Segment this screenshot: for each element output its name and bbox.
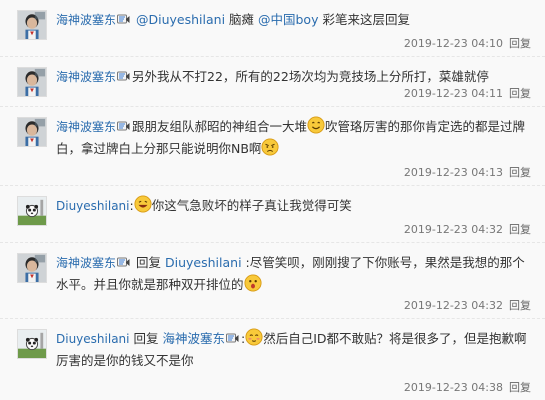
reply-time: 2019-12-23 04:10 <box>403 37 503 50</box>
reply-content: 海神波塞东 回复 Diuyeshilani :尽管笑呗，刚刚搜了下你账号，果然是… <box>56 252 533 296</box>
reply-item: Diuyeshilani: 你这气急败坏的样子真让我觉得可笑 2019-12-23… <box>0 186 545 243</box>
user-avatar[interactable] <box>17 253 47 283</box>
username-link[interactable]: 海神波塞东 <box>56 13 116 27</box>
reply-meta: 2019-12-23 04:38 回复 <box>404 379 531 395</box>
laugh-emoji-icon <box>134 195 152 213</box>
mention-link[interactable]: @Diuyeshilani <box>136 12 225 27</box>
reply-content: Diuyeshilani 回复 海神波塞东: 然后自己ID都不敢贴？将是很多了，但… <box>56 328 533 372</box>
reply-content: 海神波塞东 跟朋友组队郝昭的神组合一大堆 吹管珞厉害的那你肯定选的都是过牌白，拿过牌… <box>56 116 533 160</box>
reply-time: 2019-12-23 04:32 <box>403 299 503 312</box>
angry-emoji-icon <box>261 138 279 156</box>
shocked-emoji-icon <box>244 274 262 292</box>
username-link[interactable]: 海神波塞东 <box>56 70 116 84</box>
vip-badge-icon <box>117 257 130 268</box>
reply-keyword: 回复 <box>133 331 159 346</box>
smile-emoji-icon <box>307 116 325 134</box>
reply-button[interactable]: 回复 <box>509 87 531 100</box>
reply-text: 另外我从不打22，所有的22场次均为竞技场上分所打，菜雄就停 <box>132 69 489 84</box>
user-avatar[interactable] <box>17 10 47 40</box>
reply-target-link[interactable]: Diuyeshilani <box>165 255 242 270</box>
reply-item: Diuyeshilani 回复 海神波塞东: 然后自己ID都不敢贴？将是很多了，但… <box>0 319 545 400</box>
reply-keyword: 回复 <box>136 255 162 270</box>
reply-list: 海神波塞东 @Diuyeshilani 脑瘫 @中国boy 彩笔来这层回复 20… <box>0 0 545 400</box>
reply-button[interactable]: 回复 <box>509 37 531 50</box>
user-avatar[interactable] <box>17 329 47 359</box>
username-link[interactable]: Diuyeshilani <box>56 199 129 213</box>
reply-button[interactable]: 回复 <box>509 299 531 312</box>
reply-text: 彩笔来这层回复 <box>318 12 410 27</box>
reply-meta: 2019-12-23 04:32 回复 <box>404 297 531 313</box>
reply-item: 海神波塞东 回复 Diuyeshilani :尽管笑呗，刚刚搜了下你账号，果然是… <box>0 243 545 319</box>
user-avatar[interactable] <box>17 67 47 97</box>
reply-item: 海神波塞东 另外我从不打22，所有的22场次均为竞技场上分所打，菜雄就停 2019… <box>0 57 545 107</box>
reply-content: Diuyeshilani: 你这气急败坏的样子真让我觉得可笑 <box>56 195 533 217</box>
vip-badge-icon <box>117 71 130 82</box>
vip-badge-icon <box>226 333 239 344</box>
reply-text: 跟朋友组队郝昭的神组合一大堆 <box>132 119 308 134</box>
reply-meta: 2019-12-23 04:13 回复 <box>404 164 531 180</box>
user-avatar[interactable] <box>17 117 47 147</box>
vip-badge-icon <box>117 14 130 25</box>
reply-text: 脑瘫 <box>225 12 258 27</box>
reply-item: 海神波塞东 @Diuyeshilani 脑瘫 @中国boy 彩笔来这层回复 20… <box>0 0 545 57</box>
reply-content: 海神波塞东 @Diuyeshilani 脑瘫 @中国boy 彩笔来这层回复 <box>56 9 533 31</box>
reply-target-link[interactable]: 海神波塞东 <box>162 331 225 346</box>
reply-button[interactable]: 回复 <box>509 223 531 236</box>
username-link[interactable]: 海神波塞东 <box>56 256 116 270</box>
user-avatar[interactable] <box>17 196 47 226</box>
mention-link[interactable]: @中国boy <box>258 12 318 27</box>
reply-time: 2019-12-23 04:11 <box>403 87 503 100</box>
vip-badge-icon <box>117 121 130 132</box>
reply-meta: 2019-12-23 04:11 回复 <box>404 85 531 101</box>
username-link[interactable]: Diuyeshilani <box>56 332 129 346</box>
reply-text: 你这气急败坏的样子真让我觉得可笑 <box>151 198 352 213</box>
username-link[interactable]: 海神波塞东 <box>56 120 116 134</box>
reply-button[interactable]: 回复 <box>509 166 531 179</box>
blush-emoji-icon <box>245 328 263 346</box>
reply-item: 海神波塞东 跟朋友组队郝昭的神组合一大堆 吹管珞厉害的那你肯定选的都是过牌白，拿过牌… <box>0 107 545 186</box>
reply-time: 2019-12-23 04:38 <box>403 381 503 394</box>
reply-meta: 2019-12-23 04:32 回复 <box>404 221 531 237</box>
reply-button[interactable]: 回复 <box>509 381 531 394</box>
reply-time: 2019-12-23 04:32 <box>403 223 503 236</box>
reply-time: 2019-12-23 04:13 <box>403 166 503 179</box>
reply-meta: 2019-12-23 04:10 回复 <box>404 35 531 51</box>
